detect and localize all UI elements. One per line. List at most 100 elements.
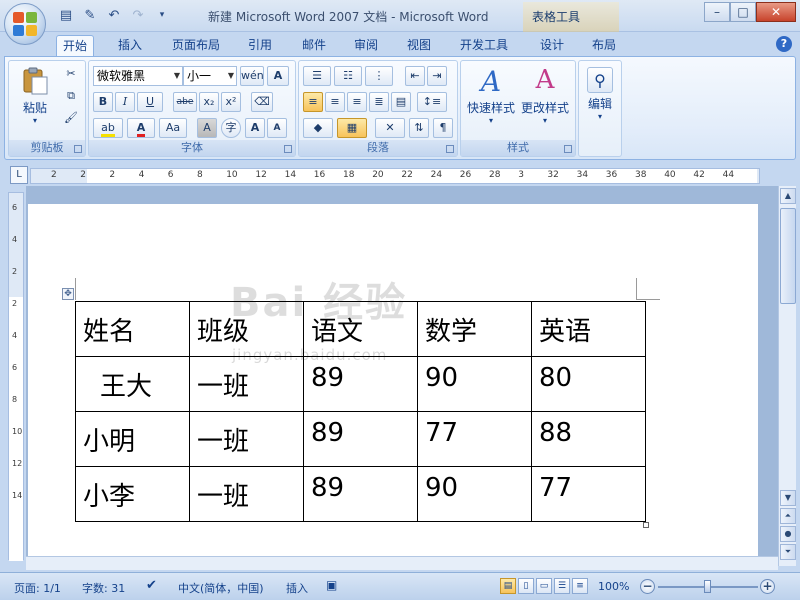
chinese-layout-icon[interactable]: ✕ [375, 118, 405, 138]
phonetic-guide-icon[interactable]: wén [240, 66, 264, 86]
change-styles-button[interactable]: A 更改样式 ▾ [519, 65, 571, 125]
proofing-icon[interactable]: ✔ [146, 578, 157, 593]
strikethrough-button[interactable]: abe [173, 92, 197, 112]
tab-mailings[interactable]: 邮件 [296, 35, 332, 56]
bold-button[interactable]: B [93, 92, 113, 112]
align-left-icon[interactable]: ≡ [303, 92, 323, 112]
table-cell[interactable]: 77 [531, 466, 646, 522]
clipboard-launcher-icon[interactable] [74, 145, 82, 153]
line-spacing-icon[interactable]: ↕≡ [417, 92, 447, 112]
zoom-in-icon[interactable]: + [760, 579, 775, 594]
table-cell[interactable]: 77 [417, 411, 532, 467]
italic-button[interactable]: I [115, 92, 135, 112]
cut-icon[interactable]: ✂ [61, 65, 81, 85]
table-cell[interactable]: 一班 [189, 466, 304, 522]
prev-page-icon[interactable]: ⏶ [780, 508, 796, 524]
table-cell[interactable]: 90 [417, 356, 532, 412]
table-cell[interactable]: 小明 [75, 411, 190, 467]
tab-view[interactable]: 视图 [401, 35, 437, 56]
multilevel-list-icon[interactable]: ⋮ [365, 66, 393, 86]
copy-icon[interactable]: ⧉ [61, 87, 81, 107]
page-count[interactable]: 页面: 1/1 [14, 580, 61, 596]
browse-object-icon[interactable]: ● [780, 526, 796, 542]
editing-button[interactable]: ⚲ 编辑 ▾ [583, 67, 617, 121]
table-cell[interactable]: 语文 [303, 301, 418, 357]
table-cell[interactable]: 王大 [75, 356, 190, 412]
format-painter-icon[interactable]: 🖌 [61, 109, 81, 129]
zoom-level[interactable]: 100% [598, 580, 629, 593]
tab-review[interactable]: 审阅 [348, 35, 384, 56]
table-cell[interactable]: 数学 [417, 301, 532, 357]
edit-icon[interactable]: ✎ [80, 6, 100, 24]
borders-icon[interactable]: ▦ [337, 118, 367, 138]
align-right-icon[interactable]: ≡ [347, 92, 367, 112]
table-cell[interactable]: 英语 [531, 301, 646, 357]
tab-home[interactable]: 开始 [56, 35, 95, 56]
styles-launcher-icon[interactable] [564, 145, 572, 153]
table-cell[interactable]: 88 [531, 411, 646, 467]
table-cell[interactable]: 姓名 [75, 301, 190, 357]
shading-icon[interactable]: ◆ [303, 118, 333, 138]
scroll-up-icon[interactable]: ▲ [780, 188, 796, 204]
tab-insert[interactable]: 插入 [112, 35, 148, 56]
macro-record-icon[interactable]: ▣ [326, 578, 337, 592]
maximize-button[interactable]: □ [730, 2, 756, 22]
horizontal-scrollbar[interactable] [26, 556, 778, 570]
zoom-out-icon[interactable]: − [640, 579, 655, 594]
save-icon[interactable]: ▤ [56, 6, 76, 24]
zoom-slider-thumb[interactable] [704, 580, 711, 593]
outline-view-icon[interactable]: ☰ [554, 578, 570, 594]
tab-page-layout[interactable]: 页面布局 [166, 35, 226, 56]
enclose-char-button[interactable]: 字 [221, 118, 241, 138]
table-cell[interactable]: 班级 [189, 301, 304, 357]
grade-table[interactable]: 姓名 班级 语文 数学 英语 王大 一班 89 90 80 小明 一班 89 7… [75, 301, 646, 522]
scroll-thumb[interactable] [780, 208, 796, 304]
change-case-button[interactable]: Aa [159, 118, 187, 138]
next-page-icon[interactable]: ⏷ [780, 544, 796, 560]
shrink-font-button[interactable]: A [267, 118, 287, 138]
justify-icon[interactable]: ≣ [369, 92, 389, 112]
scroll-down-icon[interactable]: ▼ [780, 490, 796, 506]
table-cell[interactable]: 89 [303, 411, 418, 467]
tab-selector-icon[interactable]: L [10, 166, 28, 184]
paste-button[interactable]: 粘贴 ▾ [17, 65, 53, 125]
table-cell[interactable]: 90 [417, 466, 532, 522]
table-cell[interactable]: 89 [303, 466, 418, 522]
table-cell[interactable]: 一班 [189, 411, 304, 467]
table-cell[interactable]: 一班 [189, 356, 304, 412]
decrease-indent-icon[interactable]: ⇤ [405, 66, 425, 86]
vertical-ruler[interactable]: 6 4 2 2 4 6 8 10 12 14 [8, 192, 24, 561]
font-name-combo[interactable]: 微软雅黑 ▼ [93, 66, 183, 86]
draft-view-icon[interactable]: ≡ [572, 578, 588, 594]
minimize-button[interactable]: – [704, 2, 730, 22]
close-button[interactable]: ✕ [756, 2, 796, 22]
table-resize-handle[interactable] [643, 522, 649, 528]
underline-button[interactable]: U [137, 92, 163, 112]
customize-icon[interactable]: ▾ [152, 6, 172, 24]
insert-mode-status[interactable]: 插入 [286, 580, 308, 596]
web-layout-icon[interactable]: ▭ [536, 578, 552, 594]
tab-layout[interactable]: 布局 [586, 35, 622, 56]
undo-icon[interactable]: ↶ [104, 6, 124, 24]
word-count[interactable]: 字数: 31 [82, 580, 125, 596]
subscript-button[interactable]: x₂ [199, 92, 219, 112]
font-color-button[interactable]: A [127, 118, 155, 138]
full-screen-reading-icon[interactable]: ▯ [518, 578, 534, 594]
increase-indent-icon[interactable]: ⇥ [427, 66, 447, 86]
help-icon[interactable]: ? [776, 36, 792, 52]
table-cell[interactable]: 小李 [75, 466, 190, 522]
tab-developer[interactable]: 开发工具 [454, 35, 514, 56]
redo-icon[interactable]: ↷ [128, 6, 148, 24]
highlight-color-button[interactable]: ab [93, 118, 123, 138]
vertical-scrollbar[interactable]: ▲ ▼ ⏶ ● ⏷ [778, 186, 796, 566]
grow-font-button[interactable]: A [245, 118, 265, 138]
horizontal-ruler[interactable]: 2 2 2 4 6 8 10 12 14 16 18 20 22 24 26 28 3 32 34 36 38 40 42 4… [30, 168, 760, 184]
table-move-handle-icon[interactable]: ✥ [62, 288, 74, 300]
print-layout-view-icon[interactable]: ▤ [500, 578, 516, 594]
sort-icon[interactable]: ⇅ [409, 118, 429, 138]
show-marks-icon[interactable]: ¶ [433, 118, 453, 138]
office-button[interactable] [4, 3, 46, 45]
char-border-icon[interactable]: A [267, 66, 289, 86]
quick-styles-button[interactable]: A 快速样式 ▾ [465, 65, 517, 125]
tab-references[interactable]: 引用 [242, 35, 278, 56]
